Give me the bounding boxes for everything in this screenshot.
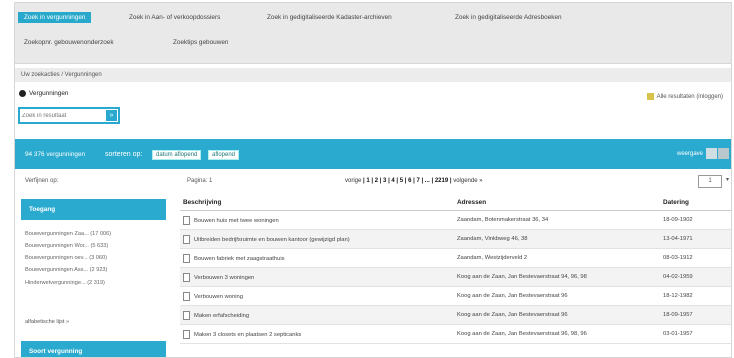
tab-aan-verkoopdossiers[interactable]: Zoek in Aan- of verkoopdossiers: [123, 12, 226, 23]
table-row[interactable]: Verbouwen woning Koog aan de Zaan, Jan B…: [180, 286, 731, 306]
cell-description[interactable]: Bouwen huis met twee woningen: [180, 210, 454, 230]
cell-description[interactable]: Uitbreiden bedrijfsruimte en bouwen kant…: [180, 229, 454, 249]
cell-date: 18-12-1982: [660, 286, 731, 306]
table-row[interactable]: Bouwen fabriek met zaagstraathuis Zaanda…: [180, 248, 731, 268]
cell-date: 18-09-1957: [660, 305, 731, 325]
cell-description[interactable]: Maken erfafscheiding: [180, 305, 454, 325]
refine-label: Verfijnen op:: [25, 178, 59, 184]
table-row[interactable]: Maken erfafscheiding Koog aan de Zaan, J…: [180, 305, 731, 325]
document-icon: [183, 291, 190, 301]
document-icon: [183, 272, 190, 282]
facet-type-header[interactable]: Toegang: [21, 199, 166, 220]
facet-more-link[interactable]: alfabetische lijst »: [25, 319, 69, 325]
grid-view-icon[interactable]: [718, 148, 729, 159]
results-table: Beschrijving Adressen Datering Bouwen hu…: [180, 195, 731, 344]
cell-address: Koog aan de Zaan, Jan Bestevaerstraat 96…: [454, 324, 660, 344]
document-icon: [183, 329, 190, 339]
description-text: Verbouwen 3 woningen: [194, 274, 255, 281]
cell-address: Koog aan de Zaan, Jan Bestevaerstraat 96: [454, 286, 660, 306]
export-link[interactable]: Alle resultaten (inloggen): [646, 93, 723, 100]
sort-label: sorteren op:: [105, 151, 143, 158]
cell-address: Zaandam, Westzijderveld 2: [454, 248, 660, 268]
document-icon: [183, 234, 190, 244]
breadcrumb[interactable]: Uw zoekacties / Vergunningen: [15, 68, 731, 82]
tab-zoektips[interactable]: Zoektips gebouwen: [167, 37, 234, 48]
result-count: 94 376 vergunningen: [25, 151, 86, 158]
table-header: Beschrijving Adressen Datering: [180, 195, 731, 211]
sort-option-desc[interactable]: aflopend: [208, 150, 240, 160]
bullet-icon: [19, 90, 26, 97]
search-input[interactable]: [22, 110, 102, 121]
cell-address: Koog aan de Zaan, Jan Bestevaerstraat 94…: [454, 267, 660, 287]
table-row[interactable]: Uitbreiden bedrijfsruimte en bouwen kant…: [180, 229, 731, 249]
description-text: Maken erfafscheiding: [194, 312, 250, 319]
cell-date: 08-03-1912: [660, 248, 731, 268]
view-label: weergave: [676, 151, 703, 157]
cell-address: Koog aan de Zaan, Jan Bestevaerstraat 96: [454, 305, 660, 325]
results-bar: 94 376 vergunningen sorteren op: datum a…: [15, 139, 731, 169]
cell-date: 03-01-1957: [660, 324, 731, 344]
document-icon: [183, 253, 190, 263]
cell-date: 13-04-1971: [660, 229, 731, 249]
tab-bar: Zoek in vergunningen Zoek in Aan- of ver…: [15, 3, 731, 64]
chevron-down-icon[interactable]: ▾: [726, 176, 729, 183]
description-text: Uitbreiden bedrijfsruimte en bouwen kant…: [194, 236, 350, 243]
tab-kadaster-archieven[interactable]: Zoek in gedigitaliseerde Kadaster-archie…: [261, 12, 398, 23]
next-link[interactable]: volgende »: [453, 178, 482, 184]
col-adressen[interactable]: Adressen: [454, 195, 660, 211]
cell-address: Zaandam, Vinkbweg 46, 38: [454, 229, 660, 249]
search-button[interactable]: »: [106, 110, 117, 121]
description-text: Bouwen huis met twee woningen: [194, 217, 279, 224]
sort-option-date[interactable]: datum aflopend: [152, 150, 202, 160]
col-beschrijving[interactable]: Beschrijving: [180, 195, 454, 211]
cell-date: 18-09-1902: [660, 210, 731, 230]
facet-item[interactable]: Bouwvergunningen Wor... (5 633): [25, 243, 108, 249]
tab-vergunningen[interactable]: Zoek in vergunningen: [18, 12, 92, 23]
list-view-icon[interactable]: [706, 148, 717, 159]
cell-description[interactable]: Verbouwen woning: [180, 286, 454, 306]
table-row[interactable]: Verbouwen 3 woningen Koog aan de Zaan, J…: [180, 267, 731, 287]
facet-soort-header[interactable]: Soort vergunning: [21, 341, 166, 357]
document-icon: [183, 215, 190, 225]
cell-description[interactable]: Bouwen fabriek met zaagstraathuis: [180, 248, 454, 268]
facet-item[interactable]: Bouwvergunningen Ass... (2 923): [25, 267, 107, 273]
cell-date: 04-02-1959: [660, 267, 731, 287]
cell-description[interactable]: Verbouwen 3 woningen: [180, 267, 454, 287]
facet-item[interactable]: Bouwvergunningen Zaa... (17 006): [25, 231, 111, 237]
tab-gebouwenonderzoek[interactable]: Zoekopnr. gebouwenonderzoek: [18, 37, 120, 48]
page-nav: vorige | 1 | 2 | 3 | 4 | 5 | 6 | 7 | ...…: [345, 178, 483, 184]
col-datering[interactable]: Datering: [660, 195, 731, 211]
document-icon: [183, 310, 190, 320]
prev-link[interactable]: vorige: [345, 178, 361, 184]
table-row[interactable]: Bouwen huis met twee woningen Zaandam, B…: [180, 210, 731, 230]
pagination: Pagina: 1 vorige | 1 | 2 | 3 | 4 | 5 | 6…: [187, 175, 731, 188]
table-row[interactable]: Maken 3 closets en plaatsen 2 septicanks…: [180, 324, 731, 344]
app-frame: Zoek in vergunningen Zoek in Aan- of ver…: [14, 2, 732, 358]
page-title: Vergunningen: [19, 90, 68, 97]
facet-item[interactable]: Hinderwetvergunninge... (2 319): [25, 280, 105, 286]
search-box: »: [18, 107, 120, 124]
page-label: Pagina: 1: [187, 178, 213, 184]
tab-adresboeken[interactable]: Zoek in gedigitaliseerde Adresboeken: [449, 12, 568, 23]
cell-description[interactable]: Maken 3 closets en plaatsen 2 septicanks: [180, 324, 454, 344]
description-text: Verbouwen woning: [194, 293, 243, 300]
page-select[interactable]: 1: [698, 175, 722, 188]
page-links[interactable]: | 1 | 2 | 3 | 4 | 5 | 6 | 7 | ... | 2219…: [363, 178, 452, 184]
cell-address: Zaandam, Botenmakerstraat 36, 34: [454, 210, 660, 230]
facet-item[interactable]: Bouwvergunningen oev... (3 060): [25, 255, 107, 261]
export-icon: [646, 93, 654, 100]
description-text: Maken 3 closets en plaatsen 2 septicanks: [194, 331, 302, 338]
export-link-label: Alle resultaten (inloggen): [656, 93, 723, 100]
description-text: Bouwen fabriek met zaagstraathuis: [194, 255, 285, 262]
page-title-text: Vergunningen: [29, 90, 69, 97]
